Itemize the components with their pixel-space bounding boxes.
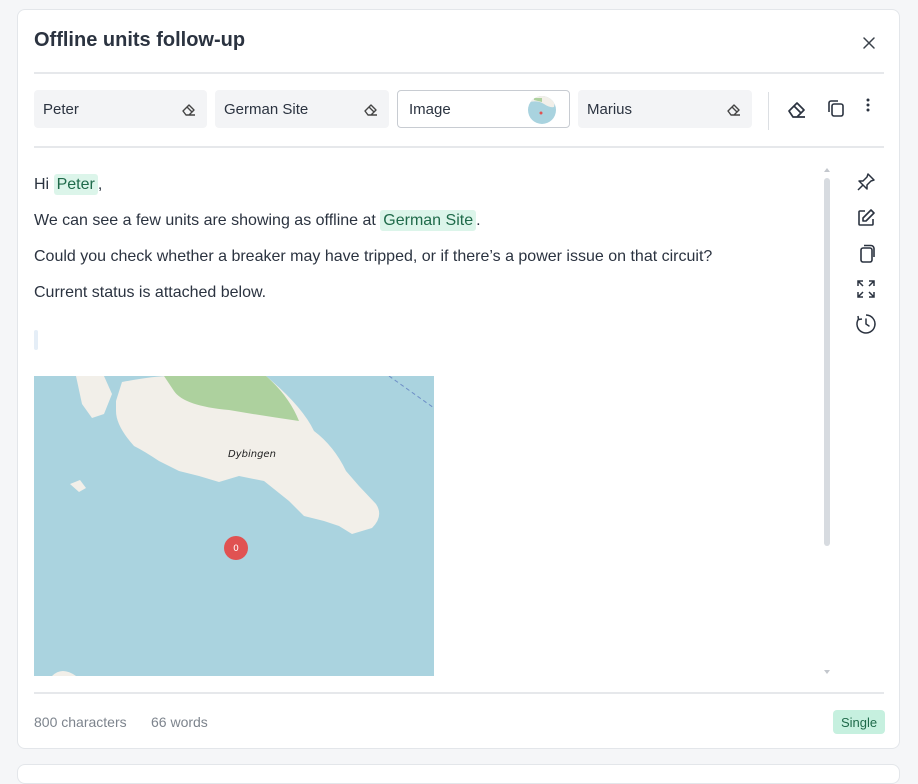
- eraser-icon[interactable]: [725, 100, 743, 118]
- chip-label: Marius: [587, 100, 633, 118]
- body-line-site: We can see a few units are showing as of…: [34, 210, 481, 231]
- map-thumbnail: [528, 96, 556, 124]
- chip-peter[interactable]: Peter: [34, 90, 207, 128]
- close-icon: [863, 37, 875, 49]
- eraser-icon[interactable]: [180, 100, 198, 118]
- dialog: Offline units follow-up Peter German Sit…: [17, 9, 900, 749]
- body-line-question: Could you check whether a breaker may ha…: [34, 248, 713, 265]
- expand-button[interactable]: [854, 277, 878, 301]
- scrollbar-thumb[interactable]: [824, 178, 830, 546]
- body-punct: .: [476, 212, 481, 229]
- chip-marius[interactable]: Marius: [578, 90, 752, 128]
- clear-all-button[interactable]: [786, 98, 808, 120]
- mode-badge[interactable]: Single: [833, 710, 886, 734]
- empty-paragraph-marker: [34, 330, 38, 350]
- site-tag[interactable]: German Site: [380, 210, 477, 231]
- body-line-attachment: Current status is attached below.: [34, 284, 267, 301]
- footer-divider: [34, 692, 884, 694]
- eraser-icon: [788, 102, 805, 118]
- scroll-up-icon[interactable]: [823, 166, 831, 174]
- status-marker[interactable]: 0: [224, 536, 248, 560]
- recipient-tag[interactable]: Peter: [53, 174, 98, 195]
- expand-icon: [857, 280, 875, 298]
- chip-label: German Site: [224, 100, 309, 118]
- copy-button[interactable]: [825, 98, 847, 120]
- character-count: 800 characters: [34, 714, 127, 730]
- map-image[interactable]: Dybingen 0: [34, 376, 434, 676]
- toolbar-separator: [768, 92, 769, 130]
- pin-icon: [857, 173, 875, 191]
- duplicate-button[interactable]: [854, 242, 878, 266]
- pin-button[interactable]: [854, 170, 878, 194]
- greeting-punct: ,: [97, 176, 103, 193]
- history-icon: [856, 314, 876, 334]
- chip-german-site[interactable]: German Site: [215, 90, 389, 128]
- chip-label: Image: [409, 100, 451, 118]
- duplicate-icon: [860, 244, 875, 263]
- header-divider: [34, 72, 884, 74]
- toolbar-divider: [34, 146, 884, 148]
- next-panel: [17, 764, 900, 784]
- chip-image[interactable]: Image: [397, 90, 570, 128]
- scroll-down-icon[interactable]: [823, 668, 831, 676]
- marker-count: 0: [233, 544, 239, 554]
- chip-label: Peter: [43, 100, 79, 118]
- copy-icon: [828, 100, 844, 117]
- map-place-label: Dybingen: [228, 449, 276, 460]
- word-count: 66 words: [151, 714, 208, 730]
- greeting-line: Hi Peter,: [34, 174, 103, 195]
- more-button[interactable]: [858, 94, 878, 116]
- history-button[interactable]: [854, 312, 878, 336]
- more-vertical-icon: [866, 98, 870, 112]
- editor-scrollbar[interactable]: [822, 166, 832, 678]
- edit-icon: [858, 209, 875, 226]
- dialog-title: Offline units follow-up: [34, 29, 246, 51]
- greeting-text: Hi: [34, 176, 50, 193]
- body-text: We can see a few units are showing as of…: [34, 212, 376, 229]
- eraser-icon[interactable]: [362, 100, 380, 118]
- edit-button[interactable]: [854, 206, 878, 230]
- close-button[interactable]: [858, 32, 880, 54]
